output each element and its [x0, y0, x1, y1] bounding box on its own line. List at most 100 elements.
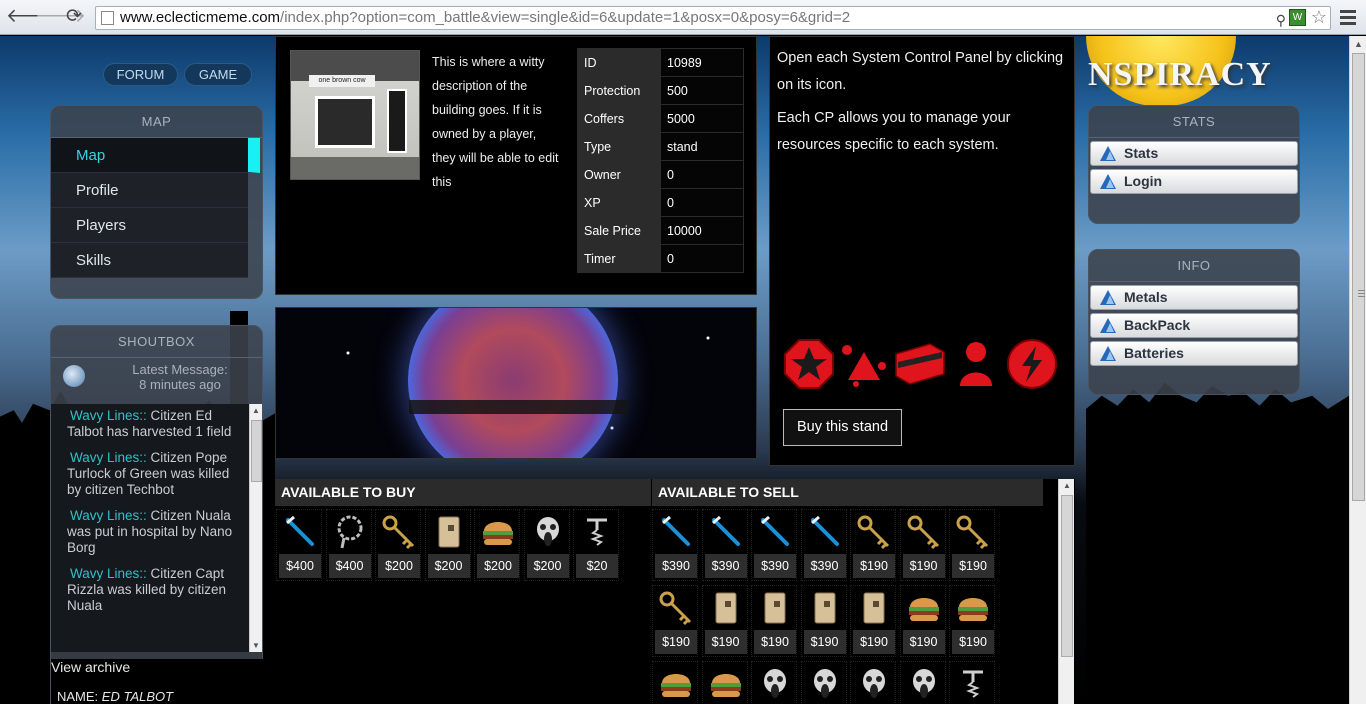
- metals-button[interactable]: Metals: [1090, 285, 1298, 310]
- reload-icon[interactable]: ⟳: [63, 6, 85, 28]
- scrollbar-thumb[interactable]: [1352, 53, 1365, 501]
- map-item-players[interactable]: Players: [51, 208, 248, 243]
- stat-key: Type: [577, 132, 661, 161]
- shout-author[interactable]: Wavy Lines::: [67, 508, 147, 523]
- shout-message: Wavy Lines:: Citizen Pope Turlock of Gre…: [51, 446, 249, 504]
- control-panel-text: Open each System Control Panel by clicki…: [770, 37, 1074, 167]
- market-item[interactable]: $200: [375, 509, 421, 581]
- window-scrollbar[interactable]: ▲: [1349, 36, 1366, 704]
- stat-key: Timer: [577, 244, 661, 273]
- market-item[interactable]: $200: [424, 509, 471, 581]
- scroll-up-icon[interactable]: ▲: [1354, 39, 1363, 49]
- person-icon[interactable]: [950, 338, 1002, 390]
- shout-message: Wavy Lines:: Citizen Capt Rizzla was kil…: [51, 562, 249, 620]
- market-item[interactable]: $190: [850, 509, 896, 581]
- toothbrush-icon: [282, 514, 318, 550]
- item-price: $190: [902, 630, 945, 654]
- triangle-logo-icon: [1100, 174, 1116, 189]
- stat-value: 0: [660, 160, 744, 189]
- scroll-down-icon[interactable]: ▼: [252, 641, 260, 650]
- game-button[interactable]: GAME: [184, 63, 252, 86]
- market-item[interactable]: [751, 661, 797, 704]
- shout-list[interactable]: Wavy Lines:: Citizen Ed Talbot has harve…: [51, 404, 249, 652]
- market-item[interactable]: [899, 661, 946, 704]
- backpack-button[interactable]: BackPack: [1090, 313, 1298, 338]
- market-item[interactable]: [850, 661, 896, 704]
- extension-icon[interactable]: W: [1289, 9, 1306, 26]
- item-price: $200: [378, 554, 420, 578]
- scroll-up-icon[interactable]: ▲: [1063, 481, 1071, 490]
- battery-icon[interactable]: [894, 338, 946, 390]
- shout-author[interactable]: Wavy Lines::: [67, 450, 147, 465]
- item-price: $400: [328, 554, 371, 578]
- shout-author[interactable]: Wavy Lines::: [67, 408, 147, 423]
- zoom-icon[interactable]: ⚲: [1276, 9, 1286, 29]
- name-label: NAME:: [57, 689, 99, 704]
- triangle-dots-icon[interactable]: [838, 338, 890, 390]
- market-item[interactable]: $20: [573, 509, 619, 581]
- market-scrollbar[interactable]: ▲: [1058, 479, 1074, 704]
- market-item[interactable]: $190: [850, 585, 896, 657]
- stats-row: Timer 0: [577, 244, 744, 273]
- market-item[interactable]: $190: [652, 585, 698, 657]
- menu-icon[interactable]: [1338, 7, 1358, 27]
- stats-row: Owner 0: [577, 160, 744, 189]
- burger-icon: [708, 666, 744, 702]
- batteries-button-label: Batteries: [1124, 345, 1184, 361]
- item-price: $390: [754, 554, 796, 578]
- scrollbar-thumb[interactable]: [1061, 495, 1073, 657]
- item-price: $390: [704, 554, 747, 578]
- buy-stand-button[interactable]: Buy this stand: [783, 409, 902, 446]
- building-door: [387, 89, 407, 153]
- market-item[interactable]: $190: [800, 585, 847, 657]
- market-item[interactable]: $200: [523, 509, 570, 581]
- address-bar[interactable]: www.eclecticmeme.com/index.php?option=co…: [95, 6, 1331, 30]
- map-item-profile[interactable]: Profile: [51, 173, 248, 208]
- scrollbar-thumb[interactable]: [251, 420, 262, 482]
- item-price: $190: [853, 630, 895, 654]
- market-item[interactable]: [701, 661, 748, 704]
- stats-row: Sale Price 10000: [577, 216, 744, 245]
- lightning-icon[interactable]: [1006, 338, 1058, 390]
- name-value: ED TALBOT: [101, 689, 174, 704]
- map-item-map[interactable]: Map: [51, 138, 260, 173]
- item-price: $390: [655, 554, 697, 578]
- stats-button[interactable]: Stats: [1090, 141, 1298, 166]
- back-arrow-icon[interactable]: 🡐: [6, 6, 57, 28]
- market-item[interactable]: $390: [701, 509, 748, 581]
- market-item[interactable]: $190: [751, 585, 797, 657]
- market-item[interactable]: $190: [701, 585, 748, 657]
- stat-value: 5000: [660, 104, 744, 133]
- stats-panel: STATS Stats Login: [1088, 105, 1300, 224]
- login-button[interactable]: Login: [1090, 169, 1298, 194]
- shout-author[interactable]: Wavy Lines::: [67, 566, 147, 581]
- view-archive-link[interactable]: View archive: [51, 659, 263, 677]
- market-item[interactable]: $190: [949, 509, 995, 581]
- info-panel-title: INFO: [1089, 250, 1299, 282]
- scroll-up-icon[interactable]: ▲: [252, 406, 260, 415]
- market-item[interactable]: [652, 661, 698, 704]
- market-item[interactable]: $400: [325, 509, 372, 581]
- market-item[interactable]: $190: [899, 585, 946, 657]
- bookmark-star-icon[interactable]: ☆: [1311, 7, 1327, 28]
- market-section: AVAILABLE TO BUY AVAILABLE TO SELL $400 $…: [275, 479, 1075, 704]
- toothbrush-icon: [757, 514, 793, 550]
- map-item-skills[interactable]: Skills: [51, 243, 248, 278]
- market-item[interactable]: $400: [276, 509, 322, 581]
- forum-button[interactable]: FORUM: [103, 63, 178, 86]
- market-item[interactable]: [800, 661, 847, 704]
- batteries-button[interactable]: Batteries: [1090, 341, 1298, 366]
- market-item[interactable]: $390: [652, 509, 698, 581]
- market-item[interactable]: $190: [949, 585, 995, 657]
- shoutbox-scrollbar[interactable]: ▲ ▼: [249, 404, 262, 652]
- star-octagon-icon[interactable]: [783, 338, 835, 390]
- stats-row: Protection 500: [577, 76, 744, 105]
- market-item[interactable]: $200: [474, 509, 520, 581]
- shout-message: Wavy Lines:: Citizen Ed Talbot has harve…: [51, 404, 249, 446]
- stat-key: Coffers: [577, 104, 661, 133]
- forward-arrow-icon[interactable]: 🡒: [35, 6, 86, 28]
- market-item[interactable]: [949, 661, 995, 704]
- market-item[interactable]: $190: [899, 509, 946, 581]
- market-item[interactable]: $390: [751, 509, 797, 581]
- market-item[interactable]: $390: [800, 509, 847, 581]
